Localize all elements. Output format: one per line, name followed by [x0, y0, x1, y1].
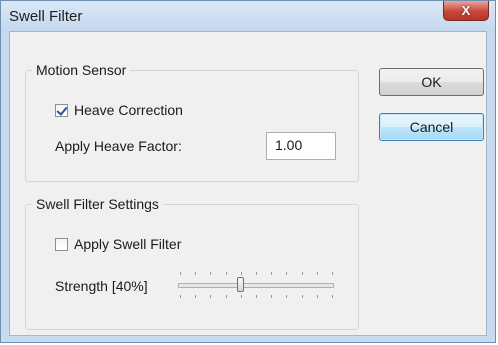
apply-swell-filter-checkbox[interactable]	[55, 237, 68, 251]
slider-tick	[180, 272, 181, 275]
motion-sensor-group: Motion Sensor	[25, 62, 359, 182]
swell-filter-legend: Swell Filter Settings	[32, 196, 163, 212]
slider-tick	[332, 272, 333, 275]
slider-tick	[271, 272, 273, 275]
slider-tick	[180, 295, 181, 298]
ok-button[interactable]: OK	[379, 68, 484, 96]
strength-label: Strength [40%]	[55, 278, 148, 294]
motion-sensor-legend: Motion Sensor	[32, 62, 131, 78]
slider-tick	[286, 272, 288, 275]
cancel-button[interactable]: Cancel	[379, 113, 484, 141]
slider-tick	[286, 295, 288, 298]
heave-correction-checkbox[interactable]	[55, 103, 68, 117]
swell-filter-dialog: Swell Filter X Motion Sensor Heave Corre…	[0, 0, 496, 343]
window-title: Swell Filter	[9, 8, 83, 25]
slider-tick	[210, 272, 212, 275]
slider-tick	[256, 295, 257, 298]
close-icon: X	[461, 3, 471, 18]
slider-tick	[301, 272, 303, 275]
close-button[interactable]: X	[443, 1, 489, 21]
slider-thumb[interactable]	[237, 277, 245, 292]
slider-tick	[332, 295, 333, 298]
slider-track	[178, 283, 334, 288]
strength-slider[interactable]	[176, 270, 336, 300]
slider-tick	[210, 295, 212, 298]
heave-factor-label: Apply Heave Factor:	[55, 138, 182, 154]
swell-filter-group: Swell Filter Settings	[25, 196, 359, 330]
apply-swell-filter-label: Apply Swell Filter	[74, 236, 182, 252]
slider-tick	[195, 295, 197, 298]
slider-tick	[301, 295, 303, 298]
slider-tick	[225, 272, 227, 275]
heave-factor-input[interactable]: 1.00	[266, 132, 336, 160]
slider-tick	[256, 272, 257, 275]
heave-correction-label: Heave Correction	[74, 102, 183, 118]
slider-tick	[316, 295, 318, 298]
slider-tick	[271, 295, 273, 298]
apply-swell-filter-row[interactable]: Apply Swell Filter	[55, 236, 181, 252]
slider-tick	[240, 272, 242, 275]
title-bar[interactable]: Swell Filter X	[1, 1, 495, 31]
slider-tick	[316, 272, 318, 275]
slider-tick	[225, 295, 227, 298]
slider-tick	[240, 295, 242, 298]
heave-correction-row[interactable]: Heave Correction	[55, 102, 183, 118]
dialog-body: Motion Sensor Heave Correction Apply Hea…	[9, 31, 487, 336]
slider-tick	[195, 272, 197, 275]
